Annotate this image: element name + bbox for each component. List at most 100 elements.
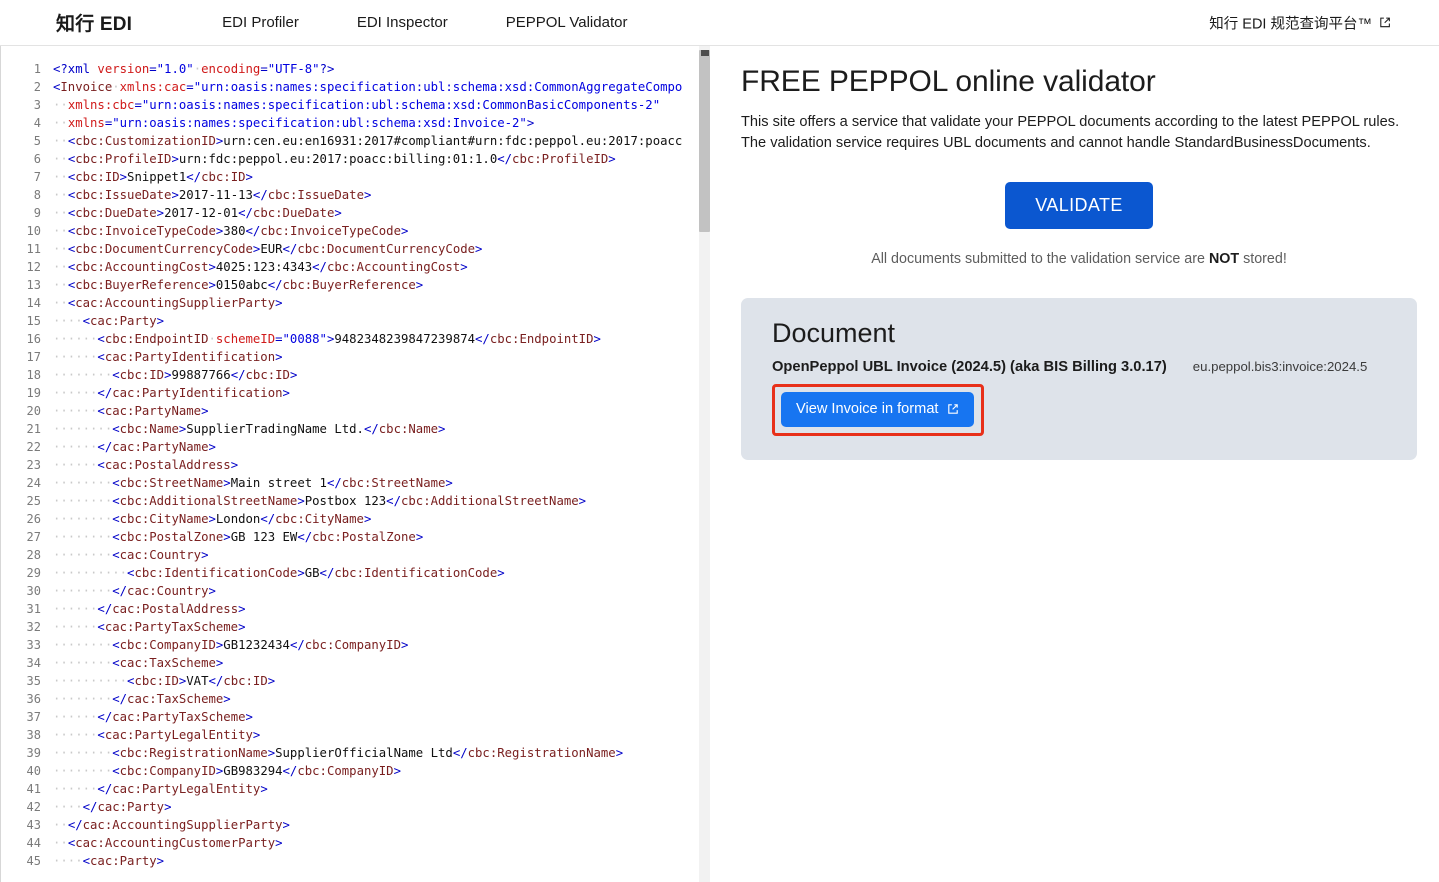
code-line[interactable]: 5 ··<cbc:CustomizationID>urn:cen.eu:en169… xyxy=(1,132,711,150)
code-line[interactable]: 8 ··<cbc:IssueDate>2017-11-13</cbc:IssueD… xyxy=(1,186,711,204)
indent-guide: ······ xyxy=(53,440,98,454)
line-number: 42 xyxy=(26,800,41,814)
not-stored-note: All documents submitted to the validatio… xyxy=(741,251,1417,267)
indent-guide: ·········· xyxy=(53,566,128,580)
code-line[interactable]: 43 ··</cac:AccountingSupplierParty> xyxy=(1,816,711,834)
editor-scrollbar-thumb[interactable] xyxy=(699,50,710,232)
line-number: 17 xyxy=(26,350,41,364)
code-line[interactable]: 13 ··<cbc:BuyerReference>0150abc</cbc:Buy… xyxy=(1,276,711,294)
code-line[interactable]: 15 ····<cac:Party> xyxy=(1,312,711,330)
app-header: 知行 EDI EDI Profiler EDI Inspector PEPPOL… xyxy=(0,0,1439,46)
code-line[interactable]: 40 ········<cbc:CompanyID>GB983294</cbc:C… xyxy=(1,762,711,780)
indent-guide: ······ xyxy=(53,332,98,346)
code-line[interactable]: 23 ······<cac:PostalAddress> xyxy=(1,456,711,474)
code-line[interactable]: 35 ··········<cbc:ID>VAT</cbc:ID> xyxy=(1,672,711,690)
document-format-name: OpenPeppol UBL Invoice (2024.5) (aka BIS… xyxy=(772,359,1167,375)
code-line[interactable]: 24 ········<cbc:StreetName>Main street 1<… xyxy=(1,474,711,492)
indent-guide: ·· xyxy=(53,206,68,220)
code-line[interactable]: 39 ········<cbc:RegistrationName>Supplier… xyxy=(1,744,711,762)
code-line[interactable]: 14 ··<cac:AccountingSupplierParty> xyxy=(1,294,711,312)
code-line[interactable]: 6 ··<cbc:ProfileID>urn:fdc:peppol.eu:2017… xyxy=(1,150,711,168)
code-line[interactable]: 9 ··<cbc:DueDate>2017-12-01</cbc:DueDate> xyxy=(1,204,711,222)
indent-guide: ······ xyxy=(53,710,98,724)
nav-item-edi-profiler[interactable]: EDI Profiler xyxy=(222,14,299,31)
code-line[interactable]: 45 ····<cac:Party> xyxy=(1,852,711,870)
line-number: 6 xyxy=(33,152,41,166)
indent-guide: ·· xyxy=(53,134,68,148)
header-external-link[interactable]: 知行 EDI 规范查询平台™ xyxy=(1209,12,1391,33)
code-line[interactable]: 33 ········<cbc:CompanyID>GB1232434</cbc:… xyxy=(1,636,711,654)
code-line[interactable]: 34 ········<cac:TaxScheme> xyxy=(1,654,711,672)
code-line[interactable]: 7 ··<cbc:ID>Snippet1</cbc:ID> xyxy=(1,168,711,186)
indent-guide: ········ xyxy=(53,656,113,670)
indent-guide: ······ xyxy=(53,620,98,634)
indent-guide: ······ xyxy=(53,350,98,364)
code-line[interactable]: 27 ········<cbc:PostalZone>GB 123 EW</cbc… xyxy=(1,528,711,546)
indent-guide: ········ xyxy=(53,368,113,382)
code-line[interactable]: 30 ········</cac:Country> xyxy=(1,582,711,600)
code-line[interactable]: 36 ········</cac:TaxScheme> xyxy=(1,690,711,708)
code-line[interactable]: 29 ··········<cbc:IdentificationCode>GB</… xyxy=(1,564,711,582)
code-line[interactable]: 41 ······</cac:PartyLegalEntity> xyxy=(1,780,711,798)
line-number: 22 xyxy=(26,440,41,454)
code-line-text: ········<cbc:CityName>London</cbc:CityNa… xyxy=(53,512,372,526)
indent-guide: ········ xyxy=(53,530,113,544)
code-lines: 1 <?xml version="1.0"·encoding="UTF-8"?> 2… xyxy=(1,60,711,870)
code-line-text: ··xmlns="urn:oasis:names:specification:u… xyxy=(53,116,535,130)
code-line-text: ··<cbc:CustomizationID>urn:cen.eu:en1693… xyxy=(53,134,683,148)
code-line[interactable]: 44 ··<cac:AccountingCustomerParty> xyxy=(1,834,711,852)
code-line-text: ········<cac:Country> xyxy=(53,548,209,562)
code-line[interactable]: 21 ········<cbc:Name>SupplierTradingName … xyxy=(1,420,711,438)
code-line[interactable]: 3 ··xmlns:cbc="urn:oasis:names:specificat… xyxy=(1,96,711,114)
nav-item-peppol-validator[interactable]: PEPPOL Validator xyxy=(506,14,628,31)
page-body: 1 <?xml version="1.0"·encoding="UTF-8"?> 2… xyxy=(0,46,1439,882)
line-number: 10 xyxy=(26,224,41,238)
code-line-text: ··<cac:AccountingCustomerParty> xyxy=(53,836,283,850)
line-number: 4 xyxy=(33,116,41,130)
code-line-text: ····</cac:Party> xyxy=(53,800,172,814)
code-line[interactable]: 1 <?xml version="1.0"·encoding="UTF-8"?> xyxy=(1,60,711,78)
document-meta-row: OpenPeppol UBL Invoice (2024.5) (aka BIS… xyxy=(772,359,1389,375)
view-invoice-button[interactable]: View Invoice in format xyxy=(781,392,974,427)
code-line[interactable]: 28 ········<cac:Country> xyxy=(1,546,711,564)
code-line[interactable]: 38 ······<cac:PartyLegalEntity> xyxy=(1,726,711,744)
line-number: 30 xyxy=(26,584,41,598)
editor-vertical-scrollbar[interactable] xyxy=(699,46,710,882)
validate-button[interactable]: VALIDATE xyxy=(1005,182,1153,229)
code-line[interactable]: 12 ··<cbc:AccountingCost>4025:123:4343</c… xyxy=(1,258,711,276)
line-number: 5 xyxy=(33,134,41,148)
code-line[interactable]: 22 ······</cac:PartyName> xyxy=(1,438,711,456)
code-line[interactable]: 4 ··xmlns="urn:oasis:names:specification:… xyxy=(1,114,711,132)
code-line[interactable]: 42 ····</cac:Party> xyxy=(1,798,711,816)
code-line[interactable]: 25 ········<cbc:AdditionalStreetName>Post… xyxy=(1,492,711,510)
code-line[interactable]: 2 <Invoice·xmlns:cac="urn:oasis:names:spe… xyxy=(1,78,711,96)
indent-guide: ······ xyxy=(53,404,98,418)
code-line-text: ··<cbc:ProfileID>urn:fdc:peppol.eu:2017:… xyxy=(53,152,616,166)
code-line[interactable]: 18 ········<cbc:ID>99887766</cbc:ID> xyxy=(1,366,711,384)
code-line[interactable]: 20 ······<cac:PartyName> xyxy=(1,402,711,420)
code-line[interactable]: 32 ······<cac:PartyTaxScheme> xyxy=(1,618,711,636)
line-number: 3 xyxy=(33,98,41,112)
line-number: 33 xyxy=(26,638,41,652)
code-line[interactable]: 26 ········<cbc:CityName>London</cbc:City… xyxy=(1,510,711,528)
indent-guide: ·· xyxy=(53,818,68,832)
line-number: 26 xyxy=(26,512,41,526)
nav-item-edi-inspector[interactable]: EDI Inspector xyxy=(357,14,448,31)
brand-logo[interactable]: 知行 EDI xyxy=(56,9,132,36)
code-line-text: ········<cbc:RegistrationName>SupplierOf… xyxy=(53,746,624,760)
document-card: Document OpenPeppol UBL Invoice (2024.5)… xyxy=(741,298,1417,460)
code-line[interactable]: 19 ······</cac:PartyIdentification> xyxy=(1,384,711,402)
xml-code-editor[interactable]: 1 <?xml version="1.0"·encoding="UTF-8"?> 2… xyxy=(0,46,711,882)
code-line-text: <?xml version="1.0"·encoding="UTF-8"?> xyxy=(53,62,335,76)
code-line[interactable]: 17 ······<cac:PartyIdentification> xyxy=(1,348,711,366)
code-line[interactable]: 37 ······</cac:PartyTaxScheme> xyxy=(1,708,711,726)
line-number: 20 xyxy=(26,404,41,418)
code-line-text: ··<cbc:ID>Snippet1</cbc:ID> xyxy=(53,170,253,184)
code-line-text: ······</cac:PartyName> xyxy=(53,440,216,454)
indent-guide: ·········· xyxy=(53,674,128,688)
code-line[interactable]: 31 ······</cac:PostalAddress> xyxy=(1,600,711,618)
code-line[interactable]: 10 ··<cbc:InvoiceTypeCode>380</cbc:Invoic… xyxy=(1,222,711,240)
indent-guide: ·· xyxy=(53,170,68,184)
code-line[interactable]: 11 ··<cbc:DocumentCurrencyCode>EUR</cbc:D… xyxy=(1,240,711,258)
code-line[interactable]: 16 ······<cbc:EndpointID·schemeID="0088">… xyxy=(1,330,711,348)
